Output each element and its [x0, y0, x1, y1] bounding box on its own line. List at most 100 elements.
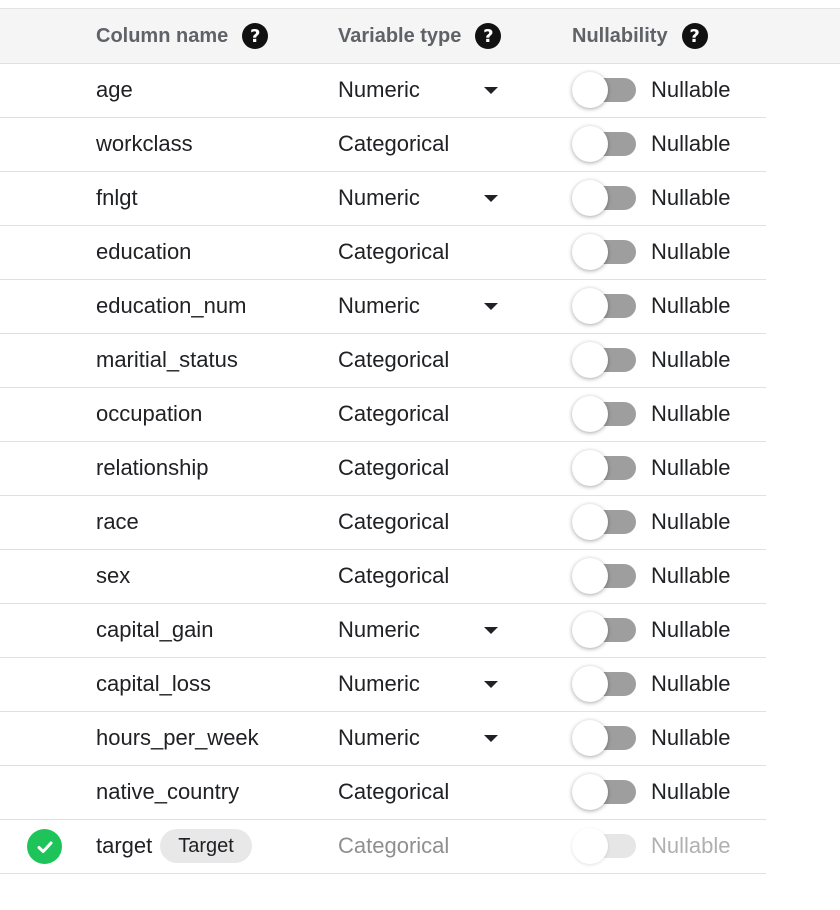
nullable-toggle[interactable] [572, 549, 636, 603]
toggle-switch[interactable] [572, 234, 636, 270]
caret-down-icon[interactable] [484, 626, 498, 634]
caret-down-icon[interactable] [484, 86, 498, 94]
nullable-toggle[interactable] [572, 225, 636, 279]
table-row: relationship Categorical Nullable [0, 441, 766, 496]
nullable-toggle[interactable] [572, 441, 636, 495]
toggle-switch[interactable] [572, 666, 636, 702]
column-name: relationship [96, 455, 209, 480]
column-name-cell: native_country [96, 765, 239, 819]
caret-down-icon[interactable] [484, 302, 498, 310]
variable-type-select[interactable]: Numeric [338, 279, 420, 333]
variable-type-select: Categorical [338, 441, 449, 495]
toggle-switch[interactable] [572, 558, 636, 594]
toggle-switch[interactable] [572, 72, 636, 108]
nullable-toggle[interactable] [572, 765, 636, 819]
nullable-toggle[interactable] [572, 603, 636, 657]
toggle-thumb [572, 504, 608, 540]
variable-type-select[interactable]: Numeric [338, 603, 420, 657]
nullable-toggle[interactable] [572, 117, 636, 171]
nullable-toggle[interactable] [572, 657, 636, 711]
nullable-toggle[interactable] [572, 63, 636, 117]
column-name: sex [96, 563, 131, 588]
variable-type-select: Categorical [338, 117, 449, 171]
caret-down-icon[interactable] [484, 194, 498, 202]
nullable-label: Nullable [651, 671, 731, 696]
toggle-switch[interactable] [572, 396, 636, 432]
toggle-thumb [572, 234, 608, 270]
toggle-thumb [572, 828, 608, 864]
nullable-label-cell: Nullable [651, 387, 731, 441]
column-name-cell: relationship [96, 441, 209, 495]
nullable-label-cell: Nullable [651, 63, 731, 117]
column-name: education_num [96, 293, 247, 318]
help-icon[interactable]: ? [242, 23, 269, 49]
column-name: age [96, 77, 133, 102]
nullable-label: Nullable [651, 455, 731, 480]
variable-type-dropdown[interactable] [484, 711, 498, 765]
nullable-label: Nullable [651, 131, 731, 156]
caret-down-icon[interactable] [484, 680, 498, 688]
nullable-toggle[interactable] [572, 171, 636, 225]
variable-type-select[interactable]: Numeric [338, 63, 420, 117]
column-name: maritial_status [96, 347, 238, 372]
toggle-switch[interactable] [572, 180, 636, 216]
nullable-label: Nullable [651, 293, 731, 318]
variable-type-value: Numeric [338, 77, 420, 102]
column-name-cell: maritial_status [96, 333, 238, 387]
help-icon[interactable]: ? [681, 23, 708, 49]
toggle-switch[interactable] [572, 288, 636, 324]
nullable-label-cell: Nullable [651, 603, 731, 657]
toggle-switch[interactable] [572, 504, 636, 540]
nullable-label-cell: Nullable [651, 657, 731, 711]
toggle-thumb [572, 720, 608, 756]
help-icon[interactable]: ? [475, 23, 502, 49]
variable-type-value: Categorical [338, 779, 450, 804]
variable-type-select[interactable]: Numeric [338, 171, 420, 225]
nullable-label: Nullable [651, 617, 731, 642]
caret-down-icon[interactable] [484, 734, 498, 742]
variable-type-value: Categorical [338, 833, 450, 858]
nullable-label: Nullable [651, 185, 731, 210]
variable-type-dropdown[interactable] [484, 63, 498, 117]
table-row: maritial_status Categorical Nullable [0, 333, 766, 388]
toggle-switch[interactable] [572, 612, 636, 648]
nullable-toggle[interactable] [572, 279, 636, 333]
nullable-label-cell: Nullable [651, 333, 731, 387]
toggle-thumb [572, 774, 608, 810]
nullable-label-cell: Nullable [651, 765, 731, 819]
variable-type-value: Categorical [338, 401, 450, 426]
toggle-switch[interactable] [572, 450, 636, 486]
nullable-toggle[interactable] [572, 495, 636, 549]
toggle-switch[interactable] [572, 342, 636, 378]
variable-type-select[interactable]: Numeric [338, 711, 420, 765]
toggle-switch[interactable] [572, 774, 636, 810]
variable-type-select[interactable]: Numeric [338, 657, 420, 711]
column-name: occupation [96, 401, 203, 426]
table-row: education Categorical Nullable [0, 225, 766, 280]
toggle-thumb [572, 450, 608, 486]
variable-type-dropdown[interactable] [484, 279, 498, 333]
column-name-cell: education_num [96, 279, 246, 333]
column-name-cell: fnlgt [96, 171, 138, 225]
toggle-thumb [572, 396, 608, 432]
variable-type-dropdown[interactable] [484, 657, 498, 711]
variable-type-dropdown[interactable] [484, 171, 498, 225]
toggle-switch[interactable] [572, 720, 636, 756]
variable-type-dropdown[interactable] [484, 603, 498, 657]
check-circle-icon [27, 829, 62, 864]
toggle-switch[interactable] [572, 126, 636, 162]
toggle-thumb [572, 126, 608, 162]
column-name-header-label: Column name [96, 24, 229, 47]
column-name-cell: race [96, 495, 139, 549]
nullable-label-cell: Nullable [651, 549, 731, 603]
nullable-toggle[interactable] [572, 333, 636, 387]
column-name: capital_loss [96, 671, 211, 696]
variable-type-value: Numeric [338, 185, 420, 210]
nullable-toggle[interactable] [572, 387, 636, 441]
variable-type-select: Categorical [338, 765, 449, 819]
nullable-label-cell: Nullable [651, 819, 731, 873]
nullable-toggle[interactable] [572, 711, 636, 765]
nullable-label-cell: Nullable [651, 171, 731, 225]
variable-type-select: Categorical [338, 333, 449, 387]
column-name-cell: occupation [96, 387, 202, 441]
